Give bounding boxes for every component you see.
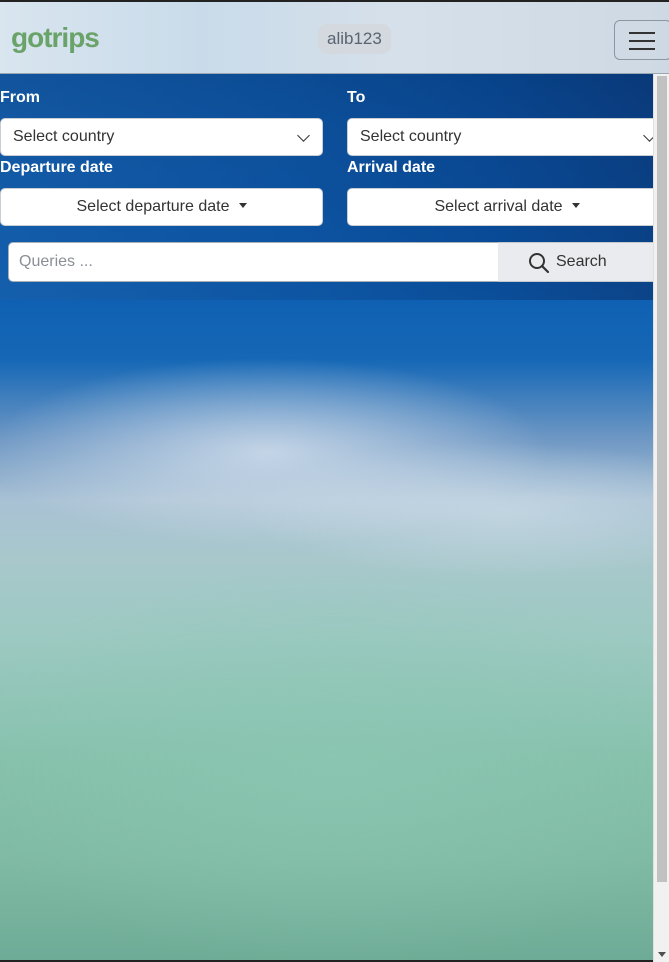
arrival-date-button[interactable]: Select arrival date xyxy=(347,188,667,226)
username-badge[interactable]: alib123 xyxy=(318,24,391,54)
from-country-select-value: Select country xyxy=(13,128,115,145)
navbar: gotrips alib123 xyxy=(0,0,669,74)
to-label: To xyxy=(347,89,366,106)
search-button-label: Search xyxy=(556,253,607,270)
departure-date-label: Departure date xyxy=(0,159,113,176)
arrival-date-label: Arrival date xyxy=(347,159,436,176)
hamburger-menu-icon xyxy=(629,32,655,34)
search-icon xyxy=(529,253,550,274)
search-button[interactable]: Search xyxy=(498,242,658,282)
vertical-scrollbar[interactable] xyxy=(653,74,669,962)
search-input[interactable] xyxy=(8,242,499,282)
caret-down-icon xyxy=(571,203,580,208)
departure-date-button-label: Select departure date xyxy=(76,198,230,215)
hamburger-menu-icon-line xyxy=(629,48,655,50)
to-country-select-value: Select country xyxy=(360,128,462,145)
to-country-select[interactable]: Select country xyxy=(347,118,667,156)
from-country-select[interactable]: Select country xyxy=(0,118,323,156)
hamburger-menu-icon-line xyxy=(629,40,655,42)
scroll-down-arrow-icon[interactable] xyxy=(658,952,666,957)
chevron-down-icon xyxy=(297,129,310,142)
caret-down-icon xyxy=(238,203,247,208)
scrollbar-thumb[interactable] xyxy=(657,76,667,882)
departure-date-button[interactable]: Select departure date xyxy=(0,188,323,226)
from-label: From xyxy=(0,89,40,106)
navbar-toggle-button[interactable] xyxy=(614,20,669,60)
arrival-date-button-label: Select arrival date xyxy=(434,198,563,215)
brand-logo[interactable]: gotrips xyxy=(11,22,100,54)
